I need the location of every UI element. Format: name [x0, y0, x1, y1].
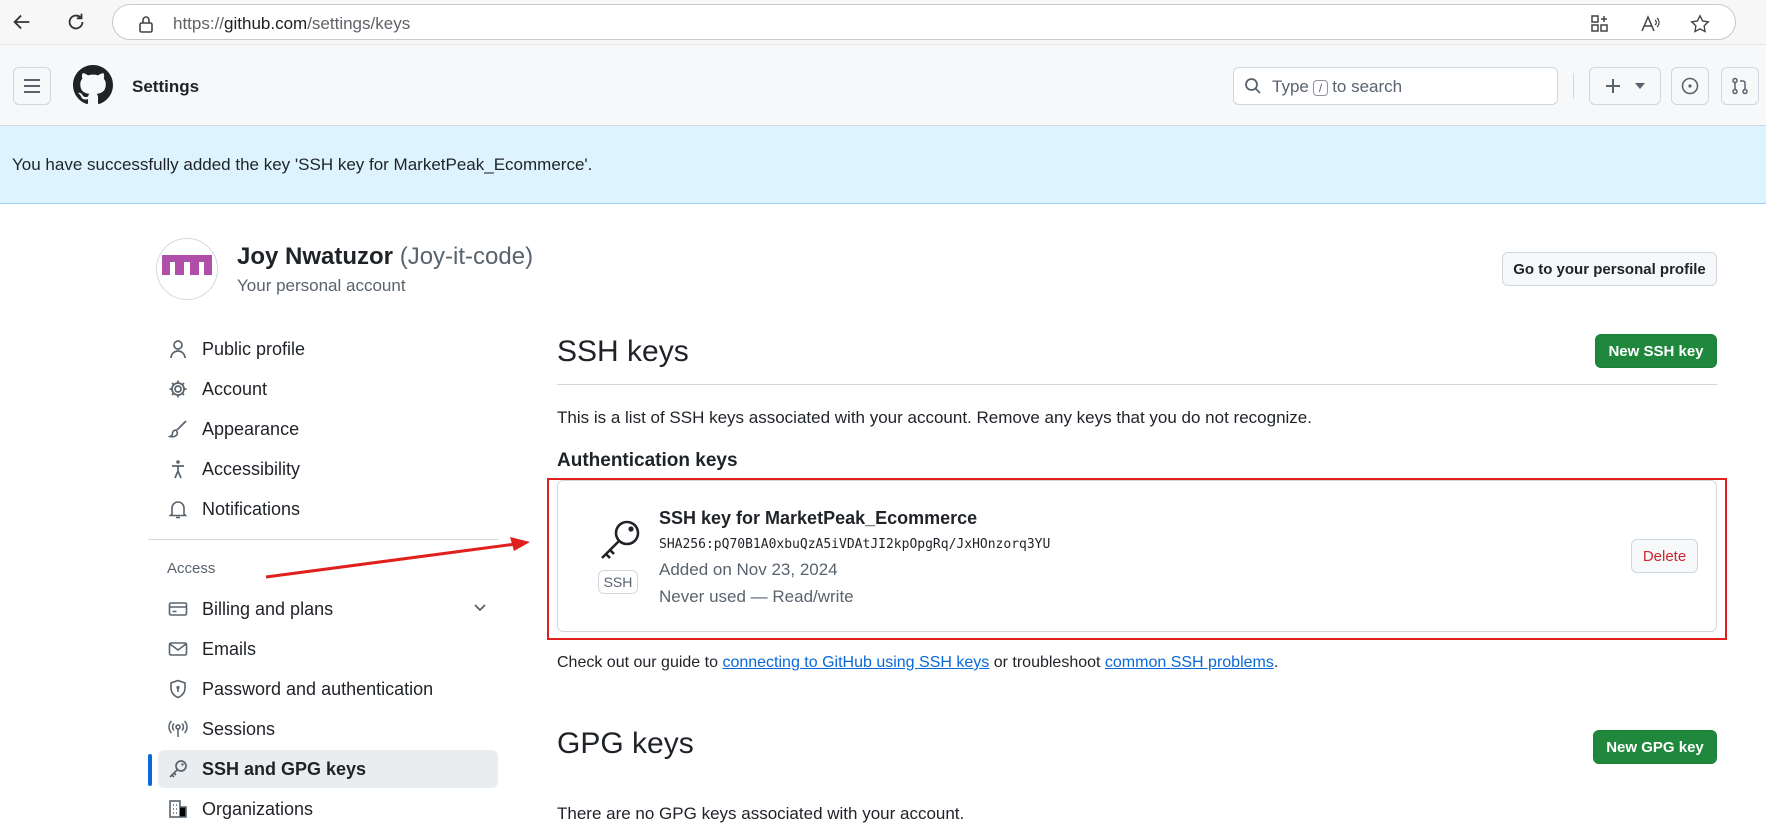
mail-icon: [166, 637, 190, 661]
back-icon[interactable]: [6, 6, 38, 38]
reload-icon[interactable]: [60, 6, 92, 38]
authentication-keys-heading: Authentication keys: [557, 450, 738, 471]
shield-lock-icon: [166, 677, 190, 701]
new-gpg-key-button[interactable]: New GPG key: [1593, 730, 1717, 764]
annotation-arrow: [265, 537, 530, 579]
ssh-guide-text: Check out our guide to connecting to Git…: [557, 654, 1279, 671]
address-bar[interactable]: https://github.com/settings/keys: [112, 4, 1736, 40]
search-icon: [1244, 77, 1262, 95]
ssh-guide-link[interactable]: connecting to GitHub using SSH keys: [722, 654, 989, 671]
section-divider: [557, 384, 1717, 385]
sidebar-item-label: Accessibility: [202, 458, 301, 479]
chevron-down-icon[interactable]: [472, 599, 488, 615]
caret-down-icon: [1635, 83, 1645, 89]
annotation-highlight-box: [547, 478, 1727, 640]
go-to-profile-button[interactable]: Go to your personal profile: [1502, 252, 1717, 286]
person-icon: [166, 337, 190, 361]
sidebar-item-label: Appearance: [202, 418, 300, 439]
accessibility-icon: [166, 457, 190, 481]
sidebar-item-label: Public profile: [202, 338, 306, 359]
bell-icon: [166, 497, 190, 521]
sidebar-item-label: Sessions: [202, 718, 276, 739]
pull-request-icon: [1731, 77, 1749, 95]
active-nav-indicator: [148, 754, 152, 786]
favorite-star-icon[interactable]: [1689, 13, 1711, 35]
profile-subtitle: Your personal account: [237, 276, 406, 295]
plus-icon: [1605, 78, 1621, 94]
broadcast-icon: [166, 717, 190, 741]
issues-button[interactable]: [1671, 67, 1709, 105]
sidebar-item-public-profile[interactable]: Public profile: [158, 330, 498, 368]
ssh-description: This is a list of SSH keys associated wi…: [557, 408, 1312, 427]
sidebar-item-label: Account: [202, 378, 268, 399]
sidebar-item-notifications[interactable]: Notifications: [158, 490, 498, 528]
ssh-keys-heading: SSH keys: [557, 335, 689, 368]
sidebar-heading-access: Access: [167, 560, 216, 577]
apps-icon[interactable]: [1589, 13, 1611, 35]
new-ssh-key-button[interactable]: New SSH key: [1595, 334, 1717, 368]
create-new-button[interactable]: [1589, 67, 1661, 105]
sidebar-item-ssh-gpg-keys[interactable]: SSH and GPG keys: [158, 750, 498, 788]
browser-toolbar: https://github.com/settings/keys: [0, 0, 1766, 45]
sidebar-item-label: Emails: [202, 638, 257, 659]
search-input[interactable]: Type / to search: [1233, 67, 1558, 105]
gpg-keys-heading: GPG keys: [557, 727, 694, 760]
pull-requests-button[interactable]: [1721, 67, 1759, 105]
key-icon: [166, 757, 190, 781]
avatar[interactable]: [156, 238, 218, 300]
sidebar-item-label: SSH and GPG keys: [202, 758, 367, 779]
sidebar-item-appearance[interactable]: Appearance: [158, 410, 498, 448]
sidebar-item-label: Notifications: [202, 498, 301, 519]
ssh-troubleshoot-link[interactable]: common SSH problems: [1105, 654, 1274, 671]
flash-message: You have successfully added the key 'SSH…: [12, 155, 593, 174]
organization-icon: [166, 797, 190, 821]
lock-icon[interactable]: [135, 13, 157, 35]
sidebar-item-organizations[interactable]: Organizations: [158, 790, 498, 828]
profile-login[interactable]: (Joy-it-code): [400, 243, 533, 270]
header-divider: [1573, 73, 1574, 99]
sidebar-item-billing[interactable]: Billing and plans: [158, 590, 498, 628]
sidebar-item-label: Billing and plans: [202, 598, 334, 619]
gear-icon: [166, 377, 190, 401]
url-text[interactable]: https://github.com/settings/keys: [173, 14, 410, 34]
success-flash-banner: You have successfully added the key 'SSH…: [0, 126, 1766, 204]
page-title[interactable]: Settings: [132, 77, 199, 97]
menu-button[interactable]: [13, 67, 51, 105]
hamburger-icon: [23, 78, 41, 94]
credit-card-icon: [166, 597, 190, 621]
search-placeholder: Type / to search: [1272, 77, 1403, 96]
sidebar-item-sessions[interactable]: Sessions: [158, 710, 498, 748]
gpg-empty-text: There are no GPG keys associated with yo…: [557, 804, 965, 823]
github-header: Settings Type / to search: [0, 45, 1766, 126]
identicon-icon: [157, 239, 217, 299]
github-logo-icon[interactable]: [73, 65, 113, 105]
sidebar-item-emails[interactable]: Emails: [158, 630, 498, 668]
sidebar-item-password-authentication[interactable]: Password and authentication: [158, 670, 498, 708]
sidebar-item-account[interactable]: Account: [158, 370, 498, 408]
sidebar-item-label: Organizations: [202, 798, 314, 819]
sidebar-item-label: Password and authentication: [202, 678, 434, 699]
read-aloud-icon[interactable]: [1639, 13, 1661, 35]
sidebar-item-accessibility[interactable]: Accessibility: [158, 450, 498, 488]
paintbrush-icon: [166, 417, 190, 441]
issue-circle-icon: [1681, 77, 1699, 95]
profile-name: Joy Nwatuzor (Joy-it-code): [237, 243, 534, 270]
